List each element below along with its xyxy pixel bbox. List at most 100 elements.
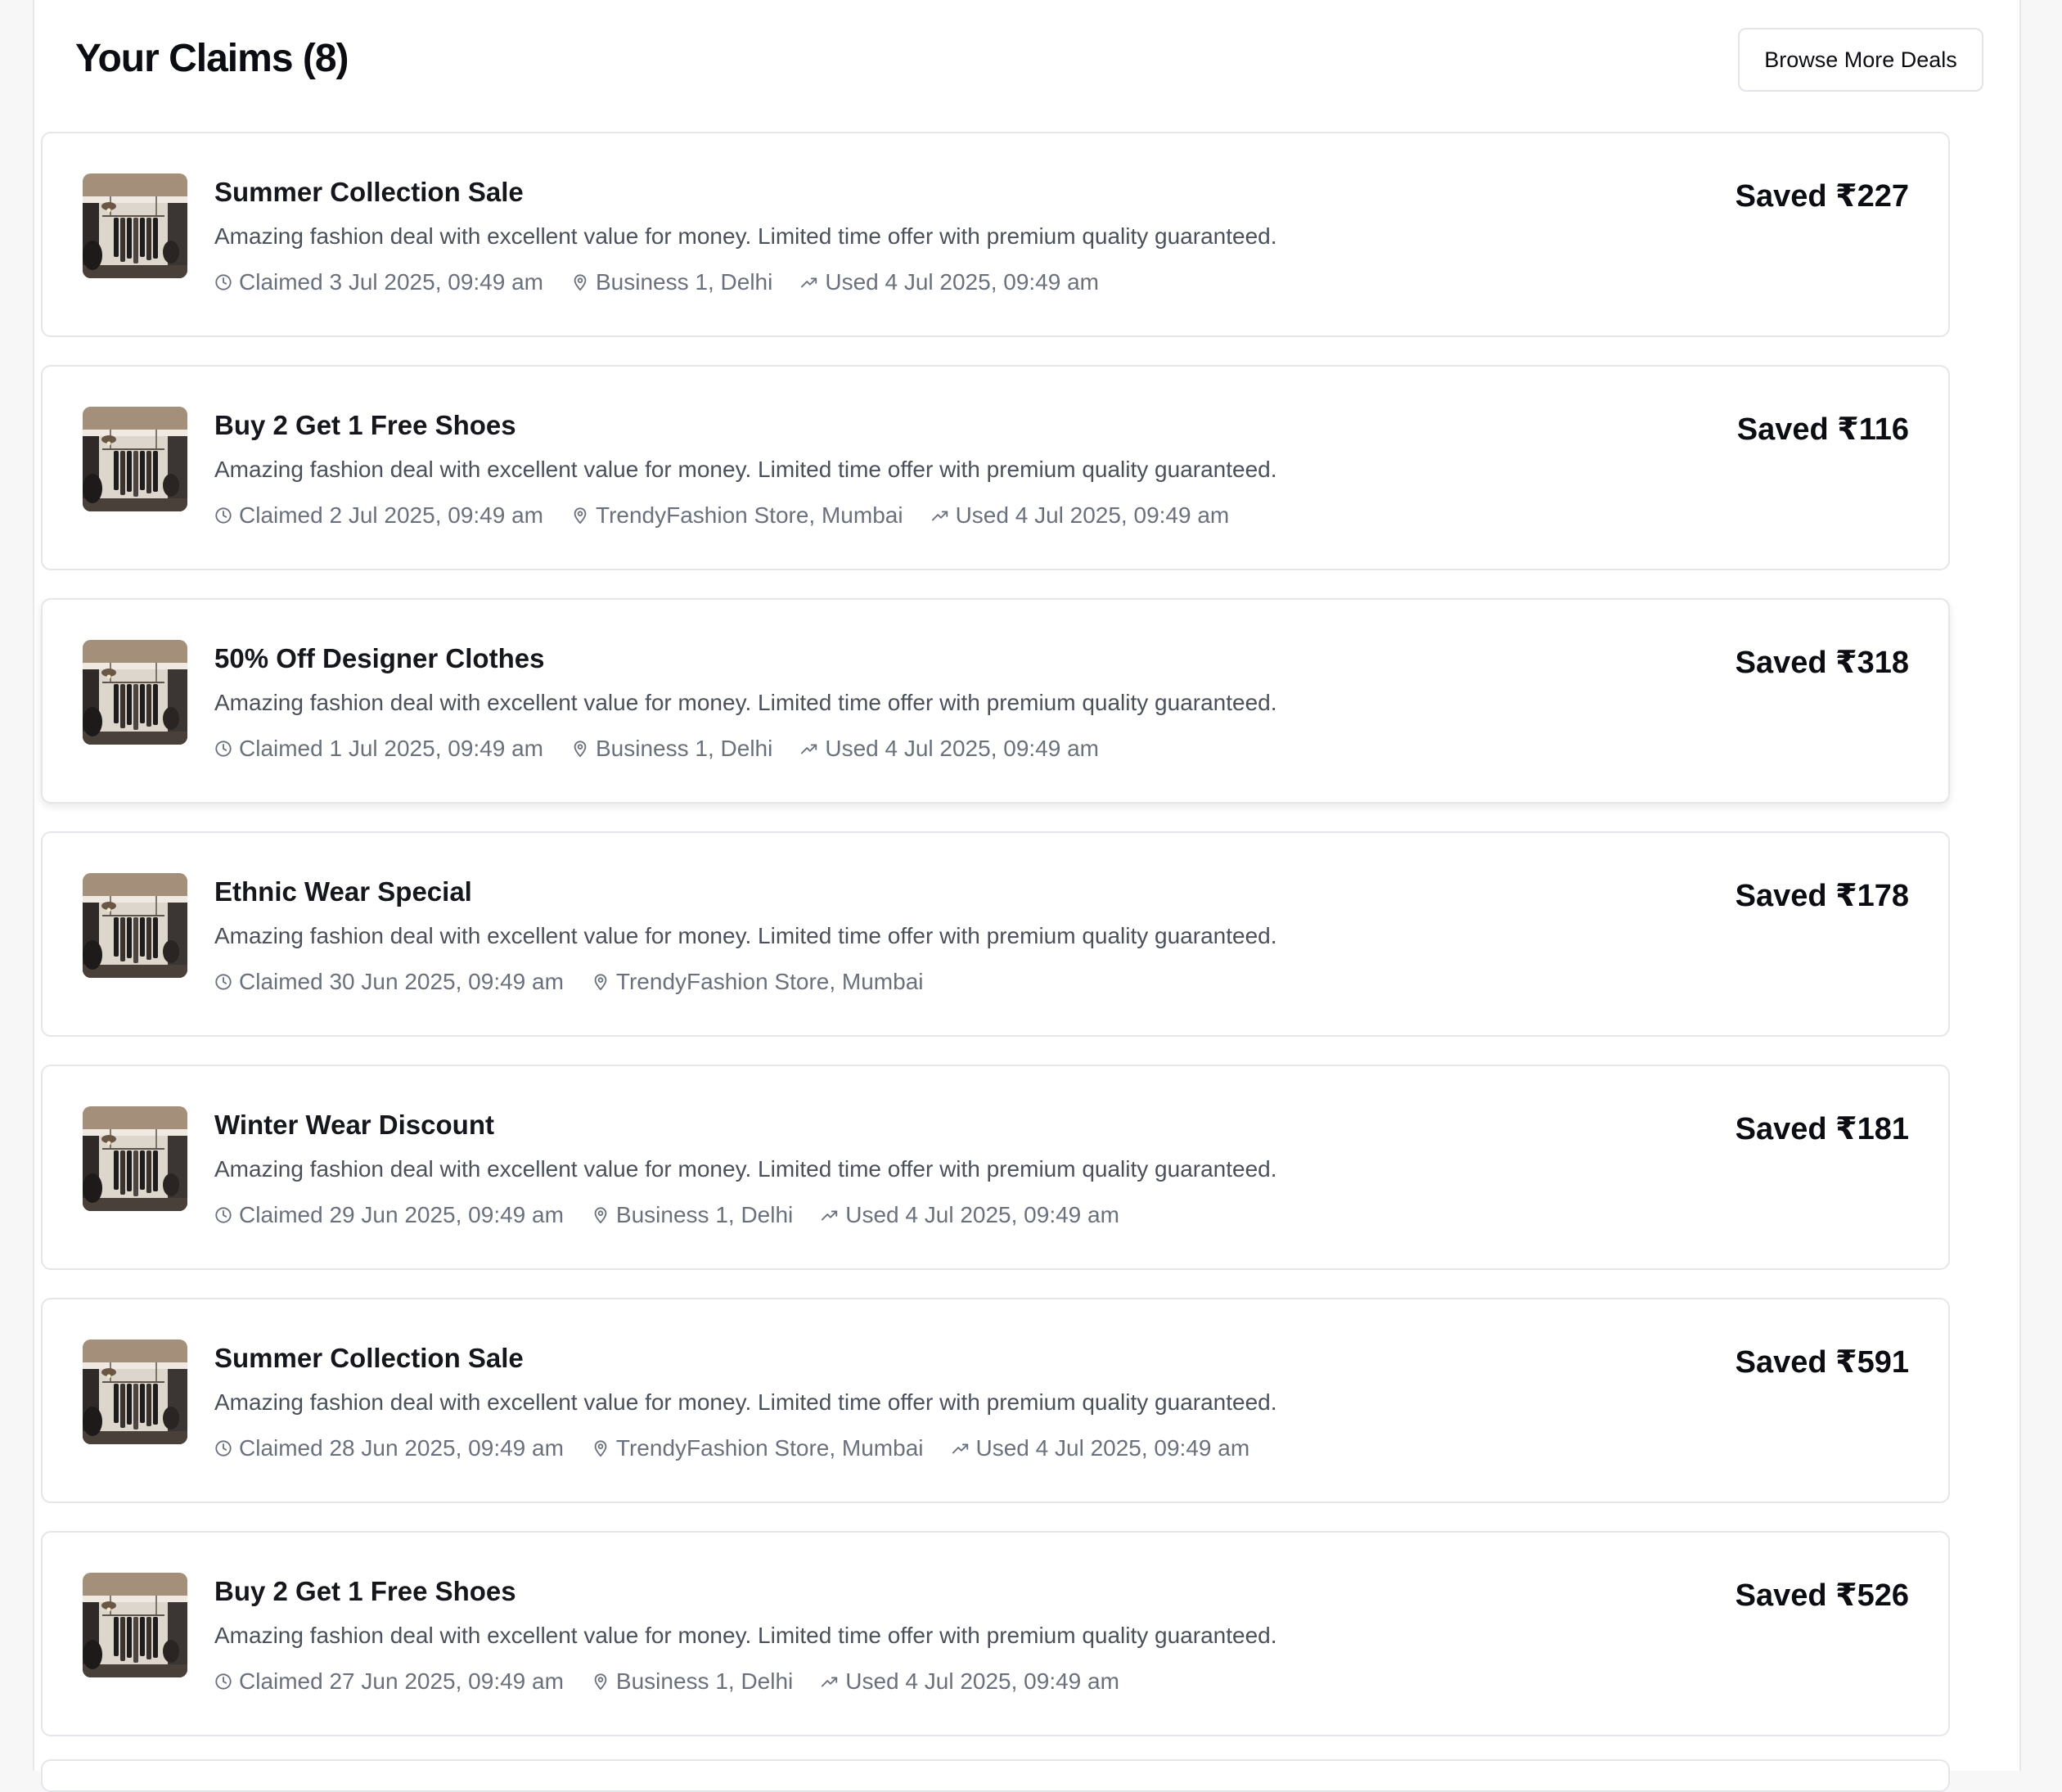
claimed-date-text: Claimed 3 Jul 2025, 09:49 am xyxy=(239,269,543,295)
browse-more-deals-button[interactable]: Browse More Deals xyxy=(1738,28,1983,92)
claimed-date: Claimed 28 Jun 2025, 09:49 am xyxy=(214,1435,564,1461)
page-title: Your Claims (8) xyxy=(75,37,349,80)
used-date: Used 4 Jul 2025, 09:49 am xyxy=(821,1202,1119,1228)
claim-location: TrendyFashion Store, Mumbai xyxy=(571,502,903,529)
clock-icon xyxy=(215,1673,232,1690)
clock-icon xyxy=(215,1207,232,1223)
trending-up-icon xyxy=(801,744,817,754)
claimed-date: Claimed 30 Jun 2025, 09:49 am xyxy=(214,969,564,995)
claimed-date-text: Claimed 28 Jun 2025, 09:49 am xyxy=(239,1435,564,1461)
trending-up-icon xyxy=(801,277,817,288)
used-date-text: Used 4 Jul 2025, 09:49 am xyxy=(825,736,1100,761)
used-date-text: Used 4 Jul 2025, 09:49 am xyxy=(975,1435,1250,1461)
claimed-date: Claimed 1 Jul 2025, 09:49 am xyxy=(214,736,543,762)
deal-title: Winter Wear Discount xyxy=(214,1110,494,1140)
deal-description: Amazing fashion deal with excellent valu… xyxy=(214,1156,1277,1182)
claim-card[interactable]: Winter Wear Discount Amazing fashion dea… xyxy=(41,1065,1950,1270)
deal-thumbnail xyxy=(83,1573,187,1677)
location-text: TrendyFashion Store, Mumbai xyxy=(596,502,903,528)
saved-amount: Saved ₹318 xyxy=(1735,646,1909,680)
claim-meta: Claimed 2 Jul 2025, 09:49 am TrendyFashi… xyxy=(214,501,1257,530)
trending-up-icon xyxy=(822,1210,838,1221)
trending-up-icon xyxy=(931,511,948,521)
clothing-store-image xyxy=(83,1339,187,1444)
used-date: Used 4 Jul 2025, 09:49 am xyxy=(821,1668,1119,1695)
clothing-store-image xyxy=(83,873,187,978)
clock-icon xyxy=(215,974,232,990)
deal-description: Amazing fashion deal with excellent valu… xyxy=(214,690,1277,715)
clothing-store-image xyxy=(83,640,187,745)
clock-icon xyxy=(215,1440,232,1457)
deal-description: Amazing fashion deal with excellent valu… xyxy=(214,923,1277,948)
trending-up-icon xyxy=(822,1677,838,1687)
deal-description: Amazing fashion deal with excellent valu… xyxy=(214,223,1277,249)
claim-card[interactable]: Buy 2 Get 1 Free Shoes Amazing fashion d… xyxy=(41,365,1950,570)
deal-description: Amazing fashion deal with excellent valu… xyxy=(214,1389,1277,1415)
claimed-date-text: Claimed 29 Jun 2025, 09:49 am xyxy=(239,1202,564,1227)
claim-card[interactable]: 50% Off Designer Clothes Amazing fashion… xyxy=(41,598,1950,804)
deal-thumbnail xyxy=(83,407,187,511)
claimed-date: Claimed 27 Jun 2025, 09:49 am xyxy=(214,1668,564,1695)
clothing-store-image xyxy=(83,173,187,278)
used-date: Used 4 Jul 2025, 09:49 am xyxy=(800,269,1099,295)
claim-meta: Claimed 1 Jul 2025, 09:49 am Business 1,… xyxy=(214,734,1127,763)
claim-meta: Claimed 28 Jun 2025, 09:49 am TrendyFash… xyxy=(214,1434,1277,1463)
claim-card[interactable]: Ethnic Wear Special Amazing fashion deal… xyxy=(41,831,1950,1037)
clock-icon xyxy=(215,274,232,290)
claimed-date-text: Claimed 1 Jul 2025, 09:49 am xyxy=(239,736,543,761)
claimed-date-text: Claimed 2 Jul 2025, 09:49 am xyxy=(239,502,543,528)
deal-title: Buy 2 Get 1 Free Shoes xyxy=(214,410,516,440)
claimed-date-text: Claimed 30 Jun 2025, 09:49 am xyxy=(239,969,564,994)
used-date: Used 4 Jul 2025, 09:49 am xyxy=(931,502,1229,529)
deal-title: Buy 2 Get 1 Free Shoes xyxy=(214,1576,516,1606)
claim-location: Business 1, Delhi xyxy=(592,1202,793,1228)
location-text: Business 1, Delhi xyxy=(615,1202,794,1227)
saved-amount: Saved ₹591 xyxy=(1735,1345,1909,1380)
saved-amount: Saved ₹116 xyxy=(1736,412,1909,447)
claim-card[interactable]: Buy 2 Get 1 Free Shoes Amazing fashion d… xyxy=(41,1531,1950,1736)
location-text: TrendyFashion Store, Mumbai xyxy=(615,1435,924,1461)
claim-meta: Claimed 30 Jun 2025, 09:49 am TrendyFash… xyxy=(214,967,952,997)
used-date-text: Used 4 Jul 2025, 09:49 am xyxy=(825,269,1100,295)
used-date: Used 4 Jul 2025, 09:49 am xyxy=(800,736,1099,762)
claim-meta: Claimed 3 Jul 2025, 09:49 am Business 1,… xyxy=(214,268,1127,297)
deal-thumbnail xyxy=(83,873,187,978)
location-text: Business 1, Delhi xyxy=(615,1668,794,1694)
map-pin-icon xyxy=(594,1207,607,1224)
trending-up-icon xyxy=(952,1443,968,1454)
clothing-store-image xyxy=(83,1573,187,1677)
clothing-store-image xyxy=(83,1106,187,1211)
claimed-date: Claimed 2 Jul 2025, 09:49 am xyxy=(214,502,543,529)
claimed-date: Claimed 29 Jun 2025, 09:49 am xyxy=(214,1202,564,1228)
saved-amount: Saved ₹227 xyxy=(1735,179,1909,214)
deal-description: Amazing fashion deal with excellent valu… xyxy=(214,457,1277,482)
map-pin-icon xyxy=(594,1673,607,1691)
claim-location: TrendyFashion Store, Mumbai xyxy=(592,1435,924,1461)
deal-description: Amazing fashion deal with excellent valu… xyxy=(214,1623,1277,1648)
claimed-date: Claimed 3 Jul 2025, 09:49 am xyxy=(214,269,543,295)
map-pin-icon xyxy=(574,274,587,291)
clock-icon xyxy=(215,507,232,524)
clock-icon xyxy=(215,741,232,757)
claim-location: Business 1, Delhi xyxy=(592,1668,793,1695)
deal-title: Summer Collection Sale xyxy=(214,177,524,207)
deal-thumbnail xyxy=(83,640,187,745)
deal-title: 50% Off Designer Clothes xyxy=(214,643,545,673)
deal-thumbnail xyxy=(83,1106,187,1211)
deal-title: Ethnic Wear Special xyxy=(214,876,472,907)
used-date-text: Used 4 Jul 2025, 09:49 am xyxy=(845,1202,1119,1227)
claim-card[interactable]: Summer Collection Sale Amazing fashion d… xyxy=(41,1298,1950,1503)
claim-meta: Claimed 29 Jun 2025, 09:49 am Business 1… xyxy=(214,1200,1147,1230)
location-text: Business 1, Delhi xyxy=(596,269,773,295)
location-text: Business 1, Delhi xyxy=(596,736,773,761)
map-pin-icon xyxy=(574,741,587,758)
deal-thumbnail xyxy=(83,1339,187,1444)
claim-card[interactable]: Summer Collection Sale Amazing fashion d… xyxy=(41,132,1950,337)
map-pin-icon xyxy=(594,974,607,991)
claim-card-partial[interactable] xyxy=(41,1759,1950,1792)
map-pin-icon xyxy=(574,507,587,525)
deal-thumbnail xyxy=(83,173,187,278)
claim-location: Business 1, Delhi xyxy=(571,269,772,295)
location-text: TrendyFashion Store, Mumbai xyxy=(615,969,924,994)
saved-amount: Saved ₹178 xyxy=(1735,879,1909,913)
